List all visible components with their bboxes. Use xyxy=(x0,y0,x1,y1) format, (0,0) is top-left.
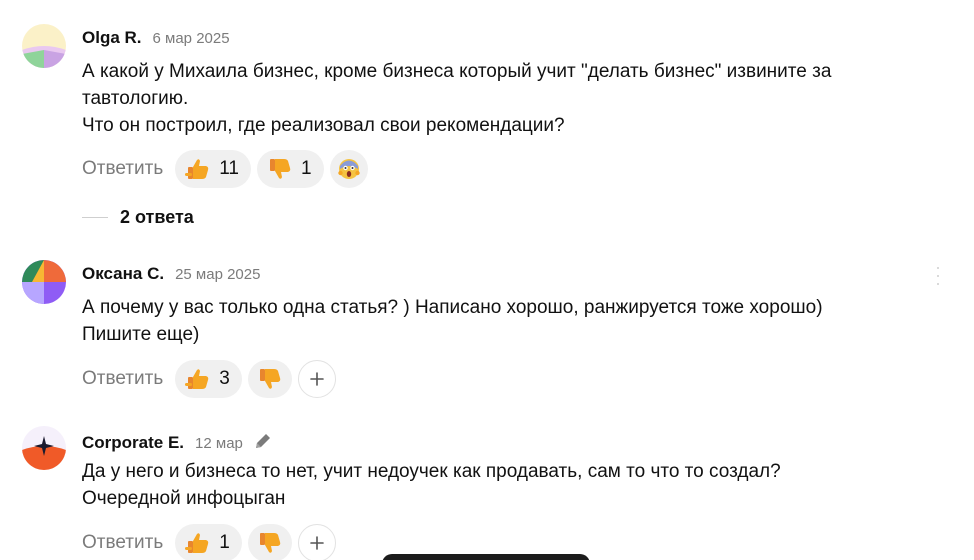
dislike-button[interactable] xyxy=(247,524,292,560)
comment-header: Corporate E. 12 мар xyxy=(82,428,273,452)
comment-header: Olga R. 6 мар 2025 xyxy=(82,28,230,52)
comment-actions: Ответить 11 1 xyxy=(82,150,368,188)
avatar[interactable] xyxy=(22,260,66,304)
thumbs-up-icon xyxy=(185,533,209,553)
avatar[interactable] xyxy=(22,426,66,470)
comment-text: А почему у вас только одна статья? ) Нап… xyxy=(82,297,823,345)
comment-date: 25 мар 2025 xyxy=(175,266,261,283)
reply-button[interactable]: Ответить xyxy=(82,532,163,554)
scream-emoji-icon xyxy=(337,159,360,179)
thumbs-down-icon xyxy=(259,369,281,389)
like-button[interactable]: 11 xyxy=(175,150,251,188)
comment-date: 6 мар 2025 xyxy=(152,30,230,47)
comment-text: А какой у Михаила бизнес, кроме бизнеса … xyxy=(82,61,832,136)
comment-date: 12 мар xyxy=(195,435,243,452)
author-name[interactable]: Оксана С. xyxy=(82,264,164,284)
thumbs-up-icon xyxy=(185,159,209,179)
avatar[interactable] xyxy=(22,24,66,68)
more-options-icon[interactable] xyxy=(937,267,941,285)
like-button[interactable]: 1 xyxy=(175,524,242,560)
author-name[interactable]: Corporate E. xyxy=(82,433,184,453)
reply-button[interactable]: Ответить xyxy=(82,158,163,180)
dislike-button[interactable]: 1 xyxy=(256,150,324,188)
comment-actions: Ответить 3 xyxy=(82,360,336,398)
floating-bottom-bar[interactable] xyxy=(382,554,590,560)
plus-icon xyxy=(309,372,324,386)
show-replies-button[interactable]: 2 ответа xyxy=(82,205,194,229)
replies-count: 2 ответа xyxy=(120,206,194,227)
comment-actions: Ответить 1 xyxy=(82,524,336,560)
plus-icon xyxy=(309,536,324,550)
reply-button[interactable]: Ответить xyxy=(82,368,163,390)
dislike-count: 1 xyxy=(300,158,312,179)
scream-reaction-button[interactable] xyxy=(329,150,368,188)
add-reaction-button[interactable] xyxy=(297,360,336,398)
thumbs-down-icon xyxy=(269,159,291,179)
thumbs-up-icon xyxy=(185,369,209,389)
like-count: 1 xyxy=(219,532,230,553)
comment-header: Оксана С. 25 мар 2025 xyxy=(82,264,260,288)
like-count: 11 xyxy=(219,158,239,179)
dislike-button[interactable] xyxy=(247,360,292,398)
like-button[interactable]: 3 xyxy=(175,360,242,398)
thumbs-down-icon xyxy=(259,533,281,553)
replies-divider xyxy=(82,216,108,218)
add-reaction-button[interactable] xyxy=(297,524,336,560)
pencil-icon xyxy=(255,434,270,448)
comment-text: Да у него и бизнеса то нет, учит недоуче… xyxy=(82,461,781,509)
like-count: 3 xyxy=(219,368,230,389)
author-name[interactable]: Olga R. xyxy=(82,28,142,48)
